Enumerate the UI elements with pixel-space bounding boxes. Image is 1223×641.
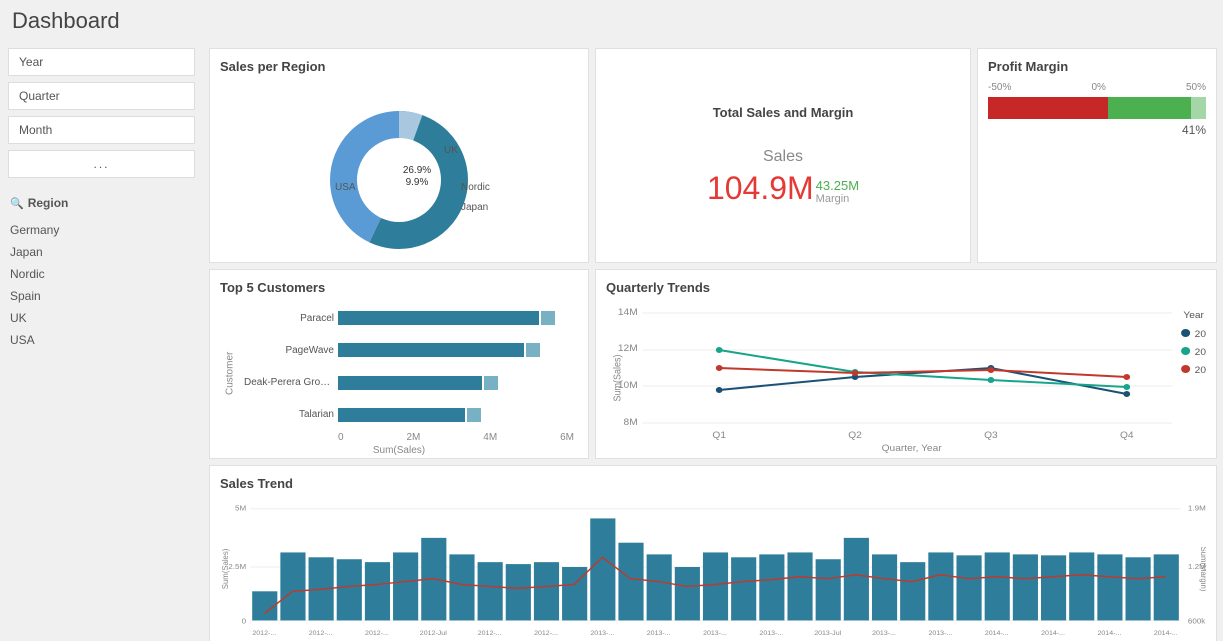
svg-text:Q4: Q4 bbox=[1120, 431, 1134, 441]
svg-text:2.5M: 2.5M bbox=[228, 562, 246, 571]
svg-text:2012-...: 2012-... bbox=[252, 630, 276, 637]
svg-text:2014: 2014 bbox=[1195, 366, 1206, 376]
svg-text:8M: 8M bbox=[624, 418, 638, 428]
sales-label: Sales bbox=[707, 148, 859, 166]
bar-x-axis: 02M4M6M bbox=[244, 432, 574, 443]
svg-text:600k: 600k bbox=[1188, 616, 1205, 625]
month-filter-btn[interactable]: Month bbox=[8, 116, 195, 144]
top5-card: Top 5 Customers Customer Paracel PageWa bbox=[209, 269, 589, 459]
svg-text:UK: UK bbox=[444, 145, 458, 156]
quarterly-title: Quarterly Trends bbox=[606, 280, 1206, 295]
dashboard-title: Dashboard bbox=[0, 0, 1223, 42]
svg-text:Nordic: Nordic bbox=[461, 182, 490, 193]
profit-pct-value: 41% bbox=[988, 123, 1206, 137]
region-search[interactable]: 🔍 Region bbox=[8, 192, 195, 214]
bar-pagewave bbox=[338, 343, 524, 357]
search-icon: 🔍 bbox=[10, 197, 24, 210]
sales-trend-title: Sales Trend bbox=[220, 476, 1206, 491]
svg-text:Japan: Japan bbox=[461, 202, 488, 213]
bar-talarian bbox=[338, 408, 465, 422]
sales-region-card: Sales per Region Region bbox=[209, 48, 589, 263]
bar-small-talarian bbox=[467, 408, 481, 422]
svg-text:Q3: Q3 bbox=[984, 431, 998, 441]
svg-text:2013-...: 2013-... bbox=[703, 630, 727, 637]
sales-trend-card: Sales Trend 5M 2.5M 0 1.9M 1.2M 600k Sum… bbox=[209, 465, 1217, 641]
profit-bar-light bbox=[1191, 97, 1206, 119]
svg-text:2014-...: 2014-... bbox=[1041, 630, 1065, 637]
sidebar: Year Quarter Month ... 🔍 Region Germany … bbox=[0, 42, 203, 641]
more-filter-btn[interactable]: ... bbox=[8, 150, 195, 178]
svg-text:Q1: Q1 bbox=[712, 431, 726, 441]
svg-text:12M: 12M bbox=[618, 344, 638, 354]
bar-paracel bbox=[338, 311, 539, 325]
margin-label: Margin bbox=[816, 193, 850, 205]
bar-label-paracel: Paracel bbox=[244, 313, 334, 324]
profit-scale-min: -50% bbox=[988, 82, 1011, 93]
top5-title: Top 5 Customers bbox=[220, 280, 578, 295]
region-item-japan[interactable]: Japan bbox=[8, 242, 195, 262]
region-list: Germany Japan Nordic Spain UK USA bbox=[8, 220, 195, 350]
profit-bar-red bbox=[988, 97, 1108, 119]
svg-text:2012-...: 2012-... bbox=[309, 630, 333, 637]
svg-text:Sum(Margin): Sum(Margin) bbox=[1199, 547, 1206, 592]
region-label: Region bbox=[28, 196, 69, 210]
total-sales-card: Total Sales and Margin Sales 104.9M 43.2… bbox=[595, 48, 971, 263]
svg-text:2013-...: 2013-... bbox=[928, 630, 952, 637]
svg-text:Sum(Sales): Sum(Sales) bbox=[612, 354, 624, 401]
region-item-usa[interactable]: USA bbox=[8, 330, 195, 350]
svg-text:USA: USA bbox=[335, 182, 356, 193]
svg-text:2014-...: 2014-... bbox=[1154, 630, 1178, 637]
svg-text:2013: 2013 bbox=[1195, 348, 1206, 358]
region-item-nordic[interactable]: Nordic bbox=[8, 264, 195, 284]
profit-margin-card: Profit Margin -50% 0% 50% 41% bbox=[977, 48, 1217, 263]
year-filter-btn[interactable]: Year bbox=[8, 48, 195, 76]
bar-deak bbox=[338, 376, 482, 390]
bar-small-paracel bbox=[541, 311, 555, 325]
svg-text:1.9M: 1.9M bbox=[1188, 504, 1206, 513]
svg-text:0: 0 bbox=[242, 616, 247, 625]
svg-text:2013-...: 2013-... bbox=[590, 630, 614, 637]
svg-text:2012: 2012 bbox=[1195, 330, 1206, 340]
region-item-spain[interactable]: Spain bbox=[8, 286, 195, 306]
bar-label-talarian: Talarian bbox=[244, 409, 334, 420]
bar-small-deak bbox=[484, 376, 498, 390]
quarterly-card: Quarterly Trends 14M 12M 10M 8M bbox=[595, 269, 1217, 459]
svg-text:2012-...: 2012-... bbox=[365, 630, 389, 637]
bar-small-pagewave bbox=[526, 343, 540, 357]
svg-text:14M: 14M bbox=[618, 308, 638, 318]
region-item-germany[interactable]: Germany bbox=[8, 220, 195, 240]
margin-value: 43.25M bbox=[816, 178, 859, 193]
bar-x-label: Sum(Sales) bbox=[220, 445, 578, 456]
sales-value: 104.9M bbox=[707, 170, 814, 207]
svg-text:2014-...: 2014-... bbox=[1097, 630, 1121, 637]
region-item-uk[interactable]: UK bbox=[8, 308, 195, 328]
quarter-filter-btn[interactable]: Quarter bbox=[8, 82, 195, 110]
svg-text:Q2: Q2 bbox=[848, 431, 862, 441]
svg-text:Sum(Sales): Sum(Sales) bbox=[221, 548, 230, 589]
bar-label-pagewave: PageWave bbox=[244, 345, 334, 356]
svg-text:2012-...: 2012-... bbox=[534, 630, 558, 637]
svg-text:2012-Jul: 2012-Jul bbox=[420, 630, 447, 637]
svg-text:26.9%: 26.9% bbox=[403, 165, 431, 176]
svg-text:2013-...: 2013-... bbox=[759, 630, 783, 637]
svg-text:2014-...: 2014-... bbox=[985, 630, 1009, 637]
profit-margin-title: Profit Margin bbox=[988, 59, 1206, 74]
profit-bar-green bbox=[1108, 97, 1191, 119]
svg-text:2013-...: 2013-... bbox=[647, 630, 671, 637]
svg-text:9.9%: 9.9% bbox=[406, 177, 429, 188]
svg-text:5M: 5M bbox=[235, 504, 246, 513]
sales-region-title: Sales per Region bbox=[220, 59, 578, 74]
svg-text:2012-...: 2012-... bbox=[478, 630, 502, 637]
profit-scale-mid: 0% bbox=[1091, 82, 1105, 93]
profit-scale-max: 50% bbox=[1186, 82, 1206, 93]
svg-text:Quarter, Year: Quarter, Year bbox=[882, 444, 943, 453]
svg-text:2013-...: 2013-... bbox=[872, 630, 896, 637]
bar-label-deak: Deak-Perera Group. bbox=[244, 377, 334, 388]
profit-bar bbox=[988, 97, 1206, 119]
svg-text:2013-Jul: 2013-Jul bbox=[814, 630, 841, 637]
bar-y-label: Customer bbox=[220, 303, 240, 443]
total-sales-title: Total Sales and Margin bbox=[713, 105, 854, 120]
svg-text:Year: Year bbox=[1183, 311, 1204, 321]
